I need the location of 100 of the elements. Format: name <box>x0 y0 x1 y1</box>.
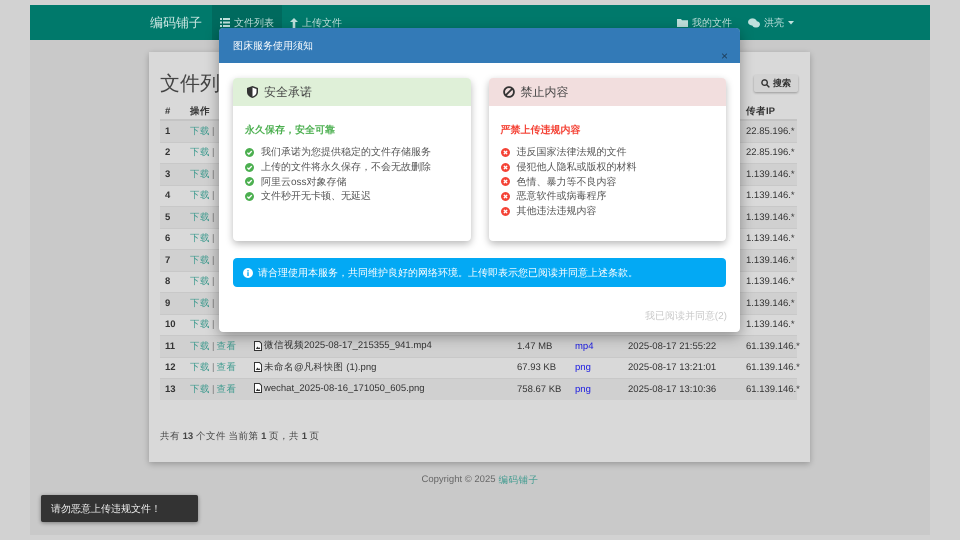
upload-icon <box>290 18 298 28</box>
card-heading: 安全承诺 <box>264 84 312 100</box>
separator: | <box>212 233 214 244</box>
file-type-link[interactable]: mp4 <box>575 340 594 352</box>
download-link[interactable]: 下载 <box>190 362 210 374</box>
file-size: 758.67 KB <box>517 384 562 395</box>
download-link[interactable]: 下载 <box>190 384 210 395</box>
x-circle-icon <box>500 177 510 186</box>
list-item: 我们承诺为您提供稳定的文件存储服务 <box>261 146 431 160</box>
image-file-icon <box>254 383 262 393</box>
info-text: 请合理使用本服务，共同维护良好的网络环境。上传即表示您已阅读并同意上述条款。 <box>258 266 638 280</box>
row-number: 4 <box>165 190 170 202</box>
close-button[interactable]: × <box>720 50 728 62</box>
site-link[interactable]: 编码铺子 <box>498 474 539 487</box>
uploader-ip: 1.139.146.* <box>746 298 795 309</box>
download-link[interactable]: 下载 <box>190 276 210 288</box>
upload-time: 2025-08-17 13:10:36 <box>628 384 716 395</box>
check-circle-icon <box>245 162 254 172</box>
check-circle-icon <box>245 177 254 186</box>
file-name: wechat_2025-08-16_171050_605.png <box>254 382 425 394</box>
file-name: 未命名@凡科快图 (1).png <box>254 360 376 374</box>
download-link[interactable]: 下载 <box>190 168 210 180</box>
separator: | <box>212 340 214 352</box>
column-header: 传者IP <box>746 106 775 116</box>
uploader-ip: 22.85.196.* <box>746 147 795 158</box>
list-item: 其他违法违规内容 <box>516 204 596 218</box>
row-number: 2 <box>165 147 170 158</box>
download-link[interactable]: 下载 <box>190 190 210 202</box>
download-link[interactable]: 下载 <box>190 340 210 352</box>
row-number: 11 <box>165 340 176 352</box>
file-size: 67.93 KB <box>517 362 556 374</box>
separator: | <box>212 319 214 330</box>
search-button[interactable]: 搜索 <box>754 74 798 92</box>
file-type-link[interactable]: png <box>575 362 591 374</box>
view-link[interactable]: 查看 <box>216 340 236 352</box>
search-icon <box>761 78 770 88</box>
row-number: 6 <box>165 233 170 244</box>
download-link[interactable]: 下载 <box>190 212 210 223</box>
download-link[interactable]: 下载 <box>190 126 210 137</box>
row-number: 8 <box>165 276 170 288</box>
download-link[interactable]: 下载 <box>190 233 210 244</box>
download-link[interactable]: 下载 <box>190 254 210 266</box>
row-number: 7 <box>165 254 170 266</box>
row-number: 9 <box>165 298 170 309</box>
separator: | <box>212 362 214 374</box>
nav-link[interactable]: 我的文件 <box>669 5 740 40</box>
list-item: 文件秒开无卡顿、无延迟 <box>261 190 371 204</box>
separator: | <box>212 147 214 158</box>
row-number: 12 <box>165 362 176 374</box>
uploader-ip: 1.139.146.* <box>746 276 795 288</box>
column-header: # <box>165 106 170 116</box>
ban-icon <box>502 86 514 98</box>
card-heading: 禁止内容 <box>520 84 568 100</box>
uploader-ip: 1.139.146.* <box>746 233 795 244</box>
user-menu[interactable]: 洪亮 <box>740 5 802 40</box>
uploader-ip: 1.139.146.* <box>746 212 795 223</box>
separator: | <box>212 168 214 180</box>
brand-name[interactable]: 编码铺子 <box>150 5 202 40</box>
separator: | <box>212 126 214 137</box>
uploader-ip: 1.139.146.* <box>746 254 795 266</box>
page-summary: 共有 13 个文件 当前第 1 页，共 1 页 <box>160 430 321 442</box>
uploader-ip: 1.139.146.* <box>746 190 795 202</box>
separator: | <box>212 298 214 309</box>
list-item: 阿里云oss对象存储 <box>261 176 347 189</box>
page-title: 文件列 <box>160 72 220 96</box>
download-link[interactable]: 下载 <box>190 319 210 330</box>
file-name: 微信视频2025-08-17_215355_941.mp4 <box>254 339 432 352</box>
separator: | <box>212 190 214 202</box>
list-item: 上传的文件将永久保存，不会无故删除 <box>261 160 431 174</box>
row-number: 3 <box>165 168 170 180</box>
column-header: 操作 <box>190 106 210 116</box>
download-link[interactable]: 下载 <box>190 298 210 309</box>
chat-icon <box>748 18 760 28</box>
shield-icon <box>247 86 258 98</box>
separator: | <box>212 254 214 266</box>
upload-time: 2025-08-17 21:55:22 <box>628 340 716 352</box>
uploader-ip: 61.139.146.* <box>746 362 800 374</box>
x-circle-icon <box>500 206 510 216</box>
file-type-link[interactable]: png <box>575 384 591 395</box>
x-circle-icon <box>500 162 510 172</box>
nav-tab[interactable]: 上传文件 <box>282 5 350 40</box>
image-file-icon <box>254 340 262 350</box>
list-icon <box>220 18 230 27</box>
view-link[interactable]: 查看 <box>216 384 236 395</box>
toast-message: 请勿恶意上传违规文件！ <box>41 495 198 522</box>
check-circle-icon <box>245 148 254 157</box>
uploader-ip: 61.139.146.* <box>746 340 800 352</box>
x-circle-icon <box>500 148 510 157</box>
uploader-ip: 22.85.196.* <box>746 126 795 137</box>
row-number: 13 <box>165 384 176 395</box>
download-link[interactable]: 下载 <box>190 147 210 158</box>
uploader-ip: 61.139.146.* <box>746 384 800 395</box>
view-link[interactable]: 查看 <box>216 362 236 374</box>
list-item: 侵犯他人隐私或版权的材料 <box>516 160 636 174</box>
list-item: 违反国家法律法规的文件 <box>516 146 626 160</box>
info-icon <box>243 268 253 278</box>
row-number: 1 <box>165 126 170 137</box>
separator: | <box>212 212 214 223</box>
check-circle-icon <box>245 192 254 201</box>
card-subtitle: 严禁上传违规内容 <box>500 123 582 137</box>
